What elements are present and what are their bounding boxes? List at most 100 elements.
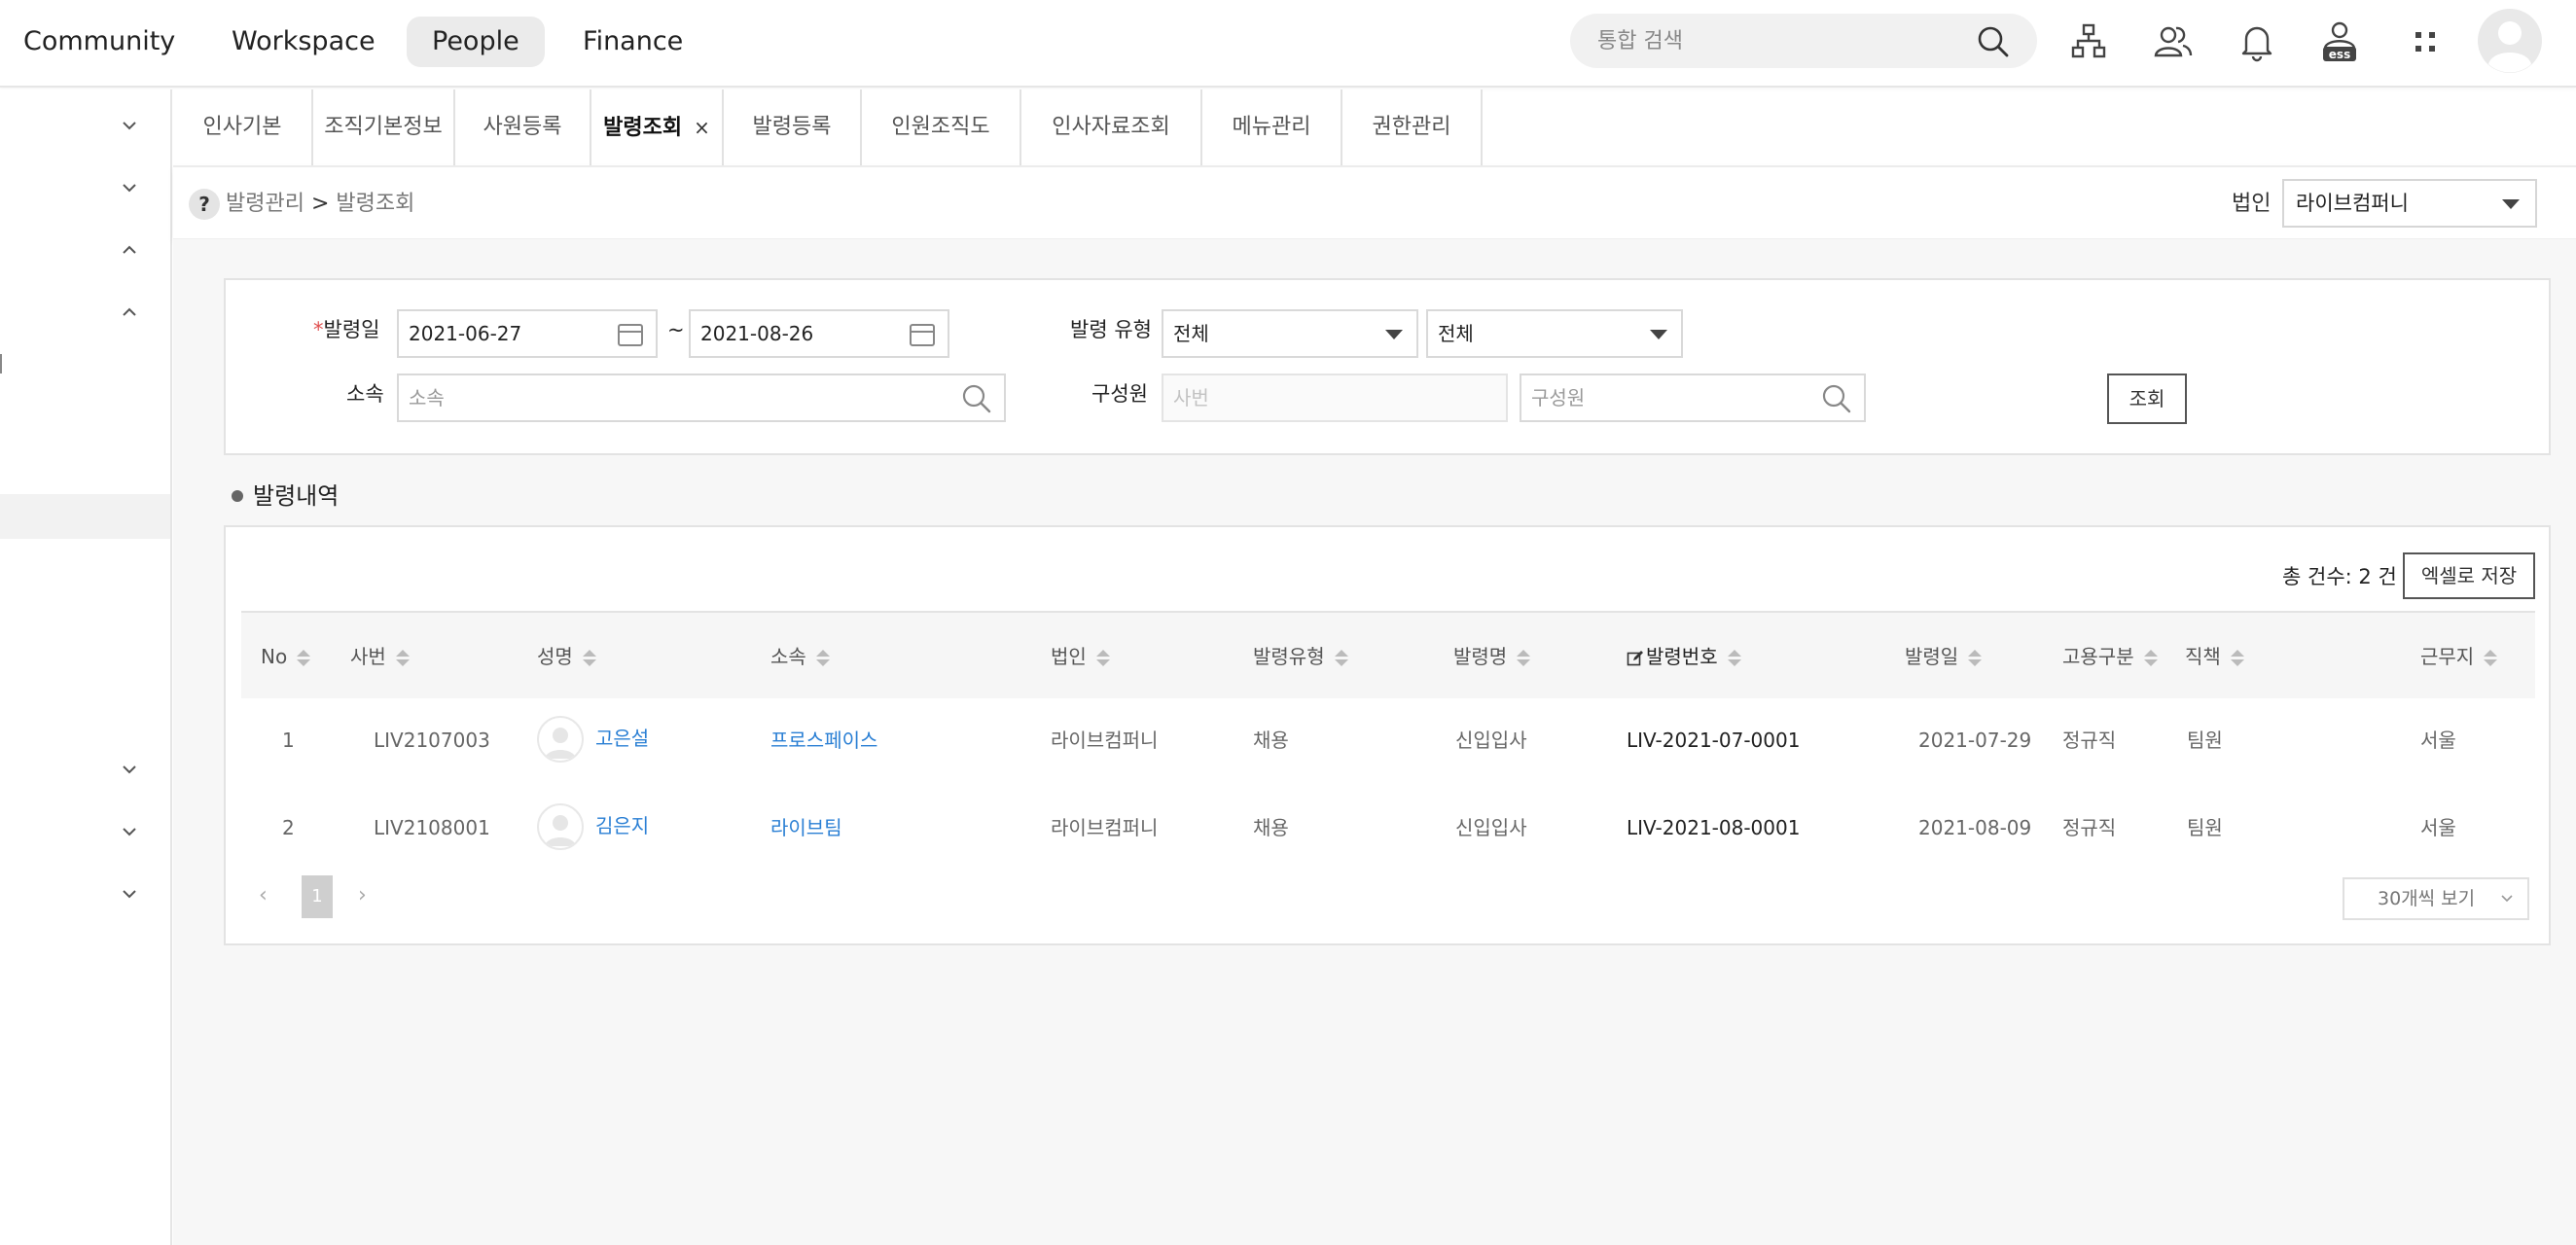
nav-finance[interactable]: Finance bbox=[557, 17, 708, 67]
column-header-name[interactable]: 성명 bbox=[537, 613, 596, 700]
tab-appointment-register[interactable]: 발령등록 bbox=[724, 89, 862, 165]
nav-workspace[interactable]: Workspace bbox=[206, 17, 401, 67]
tab-hr-basic[interactable]: 인사기본 bbox=[173, 89, 313, 165]
column-header-employment[interactable]: 고용구분 bbox=[2062, 613, 2158, 700]
cell-title: 신입입사 bbox=[1455, 729, 1527, 752]
tab-menu-management[interactable]: 메뉴관리 bbox=[1202, 89, 1342, 165]
search-button[interactable]: 조회 bbox=[2107, 374, 2187, 424]
cell-dept[interactable]: 프로스페이스 bbox=[770, 726, 877, 755]
column-header-corp[interactable]: 법인 bbox=[1051, 613, 1110, 700]
breadcrumb-bar: ? 발령관리 > 발령조회 법인 라이브컴퍼니 bbox=[173, 165, 2576, 239]
chevron-up-icon[interactable] bbox=[115, 235, 144, 265]
sort-icon[interactable] bbox=[1095, 649, 1110, 668]
org-chart-icon[interactable] bbox=[2064, 18, 2113, 66]
cell-corp: 라이브컴퍼니 bbox=[1051, 816, 1159, 839]
cell-order-no[interactable]: LIV-2021-08-0001 bbox=[1627, 813, 1800, 842]
dropdown-caret-icon bbox=[2502, 199, 2520, 209]
breadcrumb: 발령관리 > 발령조회 bbox=[226, 189, 414, 220]
breadcrumb-current: 발령조회 bbox=[336, 192, 415, 216]
global-search[interactable] bbox=[1570, 14, 2037, 68]
member-name-input[interactable]: 구성원 bbox=[1520, 374, 1866, 422]
breadcrumb-parent[interactable]: 발령관리 bbox=[226, 192, 304, 216]
sort-icon[interactable] bbox=[1968, 649, 1983, 668]
cell-employment: 정규직 bbox=[2062, 729, 2117, 752]
column-header-location[interactable]: 근무지 bbox=[2420, 613, 2498, 700]
column-header-date[interactable]: 발령일 bbox=[1905, 613, 1983, 700]
per-page-value: 30개씩 보기 bbox=[2378, 888, 2476, 909]
appointment-type-select-1[interactable]: 전체 bbox=[1162, 309, 1418, 358]
chevron-down-icon[interactable] bbox=[115, 755, 144, 784]
sort-icon[interactable] bbox=[815, 649, 830, 668]
column-header-title[interactable]: 발령명 bbox=[1453, 613, 1531, 700]
chevron-down-icon[interactable] bbox=[115, 173, 144, 202]
avatar bbox=[537, 803, 584, 850]
dropdown-caret-icon bbox=[1650, 330, 1667, 339]
chevron-down-icon[interactable] bbox=[115, 879, 144, 908]
search-icon[interactable] bbox=[1821, 383, 1852, 414]
cell-employment: 정규직 bbox=[2062, 816, 2117, 839]
column-header-type[interactable]: 발령유형 bbox=[1253, 613, 1348, 700]
tab-org-chart[interactable]: 인원조직도 bbox=[862, 89, 1021, 165]
sort-icon[interactable] bbox=[1727, 649, 1741, 668]
tab-hr-data-inquiry[interactable]: 인사자료조회 bbox=[1021, 89, 1202, 165]
tab-employee-register[interactable]: 사원등록 bbox=[455, 89, 591, 165]
tab-org-info[interactable]: 조직기본정보 bbox=[313, 89, 455, 165]
calendar-icon[interactable] bbox=[909, 322, 936, 347]
column-header-order-no[interactable]: 발령번호 bbox=[1627, 613, 1741, 700]
column-header-dept[interactable]: 소속 bbox=[770, 613, 830, 700]
pagination-page-current[interactable]: 1 bbox=[302, 875, 333, 918]
sort-icon[interactable] bbox=[395, 649, 410, 668]
global-search-input[interactable] bbox=[1597, 14, 1967, 68]
chevron-down-icon[interactable] bbox=[115, 111, 144, 140]
column-header-position[interactable]: 직책 bbox=[2185, 613, 2244, 700]
section-title: 발령내역 bbox=[253, 482, 340, 510]
cell-dept[interactable]: 라이브팀 bbox=[770, 813, 842, 842]
user-avatar[interactable] bbox=[2477, 8, 2543, 74]
apps-grid-icon[interactable] bbox=[2401, 18, 2450, 66]
corp-select[interactable]: 라이브컴퍼니 bbox=[2282, 179, 2537, 228]
cell-name[interactable]: 고은설 bbox=[595, 724, 649, 753]
nav-people[interactable]: People bbox=[407, 17, 545, 67]
date-range-separator: ~ bbox=[667, 318, 685, 341]
pagination-prev[interactable]: ‹ bbox=[259, 881, 268, 910]
calendar-icon[interactable] bbox=[617, 322, 644, 347]
sort-icon[interactable] bbox=[2230, 649, 2244, 668]
search-icon[interactable] bbox=[961, 383, 992, 414]
excel-export-button[interactable]: 엑셀로 저장 bbox=[2403, 552, 2535, 599]
cell-name[interactable]: 김은지 bbox=[595, 811, 649, 840]
chevron-up-icon[interactable] bbox=[115, 298, 144, 327]
search-filter-panel: *발령일 2021-06-27 ~ 2021-08-26 발령 유형 전체 전체… bbox=[224, 278, 2551, 724]
people-icon[interactable] bbox=[2149, 18, 2198, 66]
sidebar bbox=[0, 89, 172, 1245]
sidebar-item-selected[interactable] bbox=[0, 494, 170, 539]
appointment-type-select-2[interactable]: 전체 bbox=[1426, 309, 1683, 358]
pagination-next[interactable]: › bbox=[358, 881, 367, 910]
tab-appointment-inquiry[interactable]: 발령조회 × bbox=[591, 89, 724, 165]
cell-emp-id: LIV2108001 bbox=[374, 816, 490, 839]
per-page-select[interactable]: 30개씩 보기 bbox=[2343, 877, 2529, 920]
bell-icon[interactable] bbox=[2233, 18, 2281, 66]
cell-location: 서울 bbox=[2420, 729, 2456, 752]
member-id-input[interactable]: 사번 bbox=[1162, 374, 1508, 422]
cell-order-no[interactable]: LIV-2021-07-0001 bbox=[1627, 726, 1800, 755]
edit-icon bbox=[1627, 650, 1643, 665]
chevron-down-icon[interactable] bbox=[115, 817, 144, 846]
cell-title: 신입입사 bbox=[1455, 816, 1527, 839]
search-icon[interactable] bbox=[1977, 25, 2010, 58]
sort-icon[interactable] bbox=[2143, 649, 2158, 668]
column-header-no[interactable]: No bbox=[261, 613, 311, 700]
dept-input[interactable]: 소속 bbox=[397, 374, 1006, 422]
help-icon[interactable]: ? bbox=[189, 189, 220, 220]
sort-icon[interactable] bbox=[2484, 649, 2498, 668]
sort-icon[interactable] bbox=[1517, 649, 1531, 668]
sort-icon[interactable] bbox=[1334, 649, 1348, 668]
sort-icon[interactable] bbox=[297, 649, 311, 668]
sort-icon[interactable] bbox=[582, 649, 596, 668]
cell-date: 2021-07-29 bbox=[1918, 729, 2032, 752]
nav-community[interactable]: Community bbox=[0, 17, 200, 67]
close-icon[interactable]: × bbox=[694, 116, 710, 139]
tab-permission-management[interactable]: 권한관리 bbox=[1342, 89, 1483, 165]
column-header-emp-id[interactable]: 사번 bbox=[350, 613, 410, 700]
ess-icon[interactable]: ess bbox=[2315, 18, 2364, 66]
corp-label: 법인 bbox=[2232, 192, 2272, 216]
